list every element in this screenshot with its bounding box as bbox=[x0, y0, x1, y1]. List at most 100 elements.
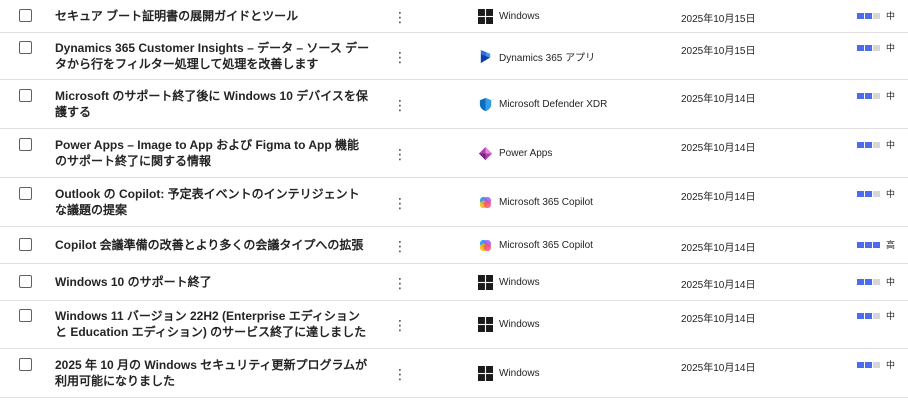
row-checkbox[interactable] bbox=[19, 187, 32, 200]
more-options-icon[interactable]: ⋮ bbox=[392, 50, 408, 64]
row-checkbox[interactable] bbox=[19, 238, 32, 251]
severity-bar bbox=[857, 44, 864, 51]
product: Windows bbox=[478, 275, 540, 290]
severity-bar bbox=[865, 12, 872, 19]
severity-bar bbox=[873, 44, 880, 51]
row-checkbox[interactable] bbox=[19, 9, 32, 22]
list-item[interactable]: Outlook の Copilot: 予定表イベントのインテリジェントな議題の提… bbox=[0, 178, 908, 227]
product-name: Windows bbox=[499, 319, 540, 330]
list-item[interactable]: Windows 10 のサポート終了 ⋮ Windows 2025年10月14日 中 bbox=[0, 264, 908, 301]
message-title[interactable]: Copilot 会議準備の改善とより多くの会議タイプへの拡張 bbox=[55, 237, 370, 253]
message-title[interactable]: Microsoft のサポート終了後に Windows 10 デバイスを保護する bbox=[55, 88, 370, 120]
severity-bars bbox=[857, 278, 880, 285]
copilot-icon bbox=[478, 195, 493, 210]
list-item[interactable]: セキュア ブート証明書の展開ガイドとツール ⋮ Windows 2025年10月15日… bbox=[0, 0, 908, 33]
more-options-icon[interactable]: ⋮ bbox=[392, 147, 408, 161]
product-name: Microsoft 365 Copilot bbox=[499, 197, 593, 208]
severity-label: 高 bbox=[886, 240, 896, 250]
severity-bars bbox=[857, 361, 880, 368]
last-updated-date: 2025年10月14日 bbox=[681, 243, 756, 254]
severity-label: 中 bbox=[886, 91, 896, 101]
product: Windows bbox=[478, 9, 540, 24]
defender-shield-icon bbox=[478, 97, 493, 112]
severity-bar bbox=[865, 44, 872, 51]
severity-label: 中 bbox=[886, 311, 896, 321]
last-updated-date: 2025年10月14日 bbox=[681, 94, 756, 105]
row-checkbox[interactable] bbox=[19, 41, 32, 54]
severity: 中 bbox=[857, 89, 895, 102]
row-checkbox[interactable] bbox=[19, 89, 32, 102]
product: Microsoft 365 Copilot bbox=[478, 195, 593, 210]
product: Microsoft 365 Copilot bbox=[478, 238, 593, 253]
last-updated-date: 2025年10月14日 bbox=[681, 192, 756, 203]
windows-icon bbox=[478, 366, 493, 381]
severity-bars bbox=[857, 312, 880, 319]
product: Power Apps bbox=[478, 146, 552, 161]
severity-bar bbox=[865, 92, 872, 99]
severity-bar bbox=[873, 312, 880, 319]
severity-bar bbox=[873, 361, 880, 368]
severity-bar bbox=[873, 190, 880, 197]
severity-bar bbox=[865, 190, 872, 197]
product-name: Power Apps bbox=[499, 148, 553, 159]
dynamics-365-icon bbox=[478, 49, 493, 64]
severity-bar bbox=[873, 92, 880, 99]
last-updated-date: 2025年10月14日 bbox=[681, 143, 756, 154]
severity: 高 bbox=[857, 238, 895, 251]
list-item[interactable]: Windows 11 バージョン 22H2 (Enterprise エディション… bbox=[0, 301, 908, 349]
more-options-icon[interactable]: ⋮ bbox=[392, 98, 408, 112]
severity-bars bbox=[857, 241, 880, 248]
severity-label: 中 bbox=[886, 189, 896, 199]
product-name: Windows bbox=[499, 277, 540, 288]
message-title[interactable]: Outlook の Copilot: 予定表イベントのインテリジェントな議題の提… bbox=[55, 186, 370, 218]
severity-bar bbox=[873, 141, 880, 148]
severity-bars bbox=[857, 190, 880, 197]
row-checkbox[interactable] bbox=[19, 138, 32, 151]
list-item[interactable]: Power Apps – Image to App および Figma to A… bbox=[0, 129, 908, 178]
more-options-icon[interactable]: ⋮ bbox=[392, 318, 408, 332]
more-options-icon[interactable]: ⋮ bbox=[392, 196, 408, 210]
list-item[interactable]: Microsoft のサポート終了後に Windows 10 デバイスを保護する… bbox=[0, 80, 908, 129]
severity-bar bbox=[865, 312, 872, 319]
message-title[interactable]: Dynamics 365 Customer Insights – データ – ソ… bbox=[55, 40, 370, 72]
last-updated-date: 2025年10月14日 bbox=[681, 280, 756, 291]
message-title[interactable]: Windows 11 バージョン 22H2 (Enterprise エディション… bbox=[55, 308, 370, 340]
severity: 中 bbox=[857, 41, 895, 54]
message-title[interactable]: Windows 10 のサポート終了 bbox=[55, 274, 370, 290]
windows-icon bbox=[478, 9, 493, 24]
message-title[interactable]: セキュア ブート証明書の展開ガイドとツール bbox=[55, 8, 370, 24]
severity-bar bbox=[865, 141, 872, 148]
severity-bar bbox=[865, 241, 872, 248]
severity: 中 bbox=[857, 275, 895, 288]
list-item[interactable]: 2025 年 10 月の Windows セキュリティ更新プログラムが利用可能に… bbox=[0, 349, 908, 398]
product: Dynamics 365 アプリ bbox=[478, 49, 595, 64]
severity-bar bbox=[857, 361, 864, 368]
severity-label: 中 bbox=[886, 360, 896, 370]
row-checkbox[interactable] bbox=[19, 275, 32, 288]
severity-bar bbox=[873, 278, 880, 285]
row-checkbox[interactable] bbox=[19, 358, 32, 371]
severity-bar bbox=[865, 278, 872, 285]
severity-bar bbox=[865, 361, 872, 368]
severity: 中 bbox=[857, 358, 895, 371]
list-item[interactable]: Copilot 会議準備の改善とより多くの会議タイプへの拡張 ⋮ Microsoft… bbox=[0, 227, 908, 264]
power-apps-icon bbox=[478, 146, 493, 161]
message-title[interactable]: 2025 年 10 月の Windows セキュリティ更新プログラムが利用可能に… bbox=[55, 357, 370, 389]
product-name: Microsoft 365 Copilot bbox=[499, 240, 593, 251]
severity: 中 bbox=[857, 309, 895, 322]
more-options-icon[interactable]: ⋮ bbox=[392, 276, 408, 290]
list-item[interactable]: Dynamics 365 Customer Insights – データ – ソ… bbox=[0, 33, 908, 80]
last-updated-date: 2025年10月15日 bbox=[681, 14, 756, 25]
more-options-icon[interactable]: ⋮ bbox=[392, 367, 408, 381]
product-name: Microsoft Defender XDR bbox=[499, 99, 608, 110]
more-options-icon[interactable]: ⋮ bbox=[392, 239, 408, 253]
message-title[interactable]: Power Apps – Image to App および Figma to A… bbox=[55, 137, 370, 169]
more-options-icon[interactable]: ⋮ bbox=[392, 10, 408, 24]
severity-bars bbox=[857, 12, 880, 19]
severity-bar bbox=[873, 241, 880, 248]
row-checkbox[interactable] bbox=[19, 309, 32, 322]
product: Windows bbox=[478, 366, 540, 381]
last-updated-date: 2025年10月15日 bbox=[681, 46, 756, 57]
product-name: Windows bbox=[499, 368, 540, 379]
severity-bar bbox=[857, 278, 864, 285]
